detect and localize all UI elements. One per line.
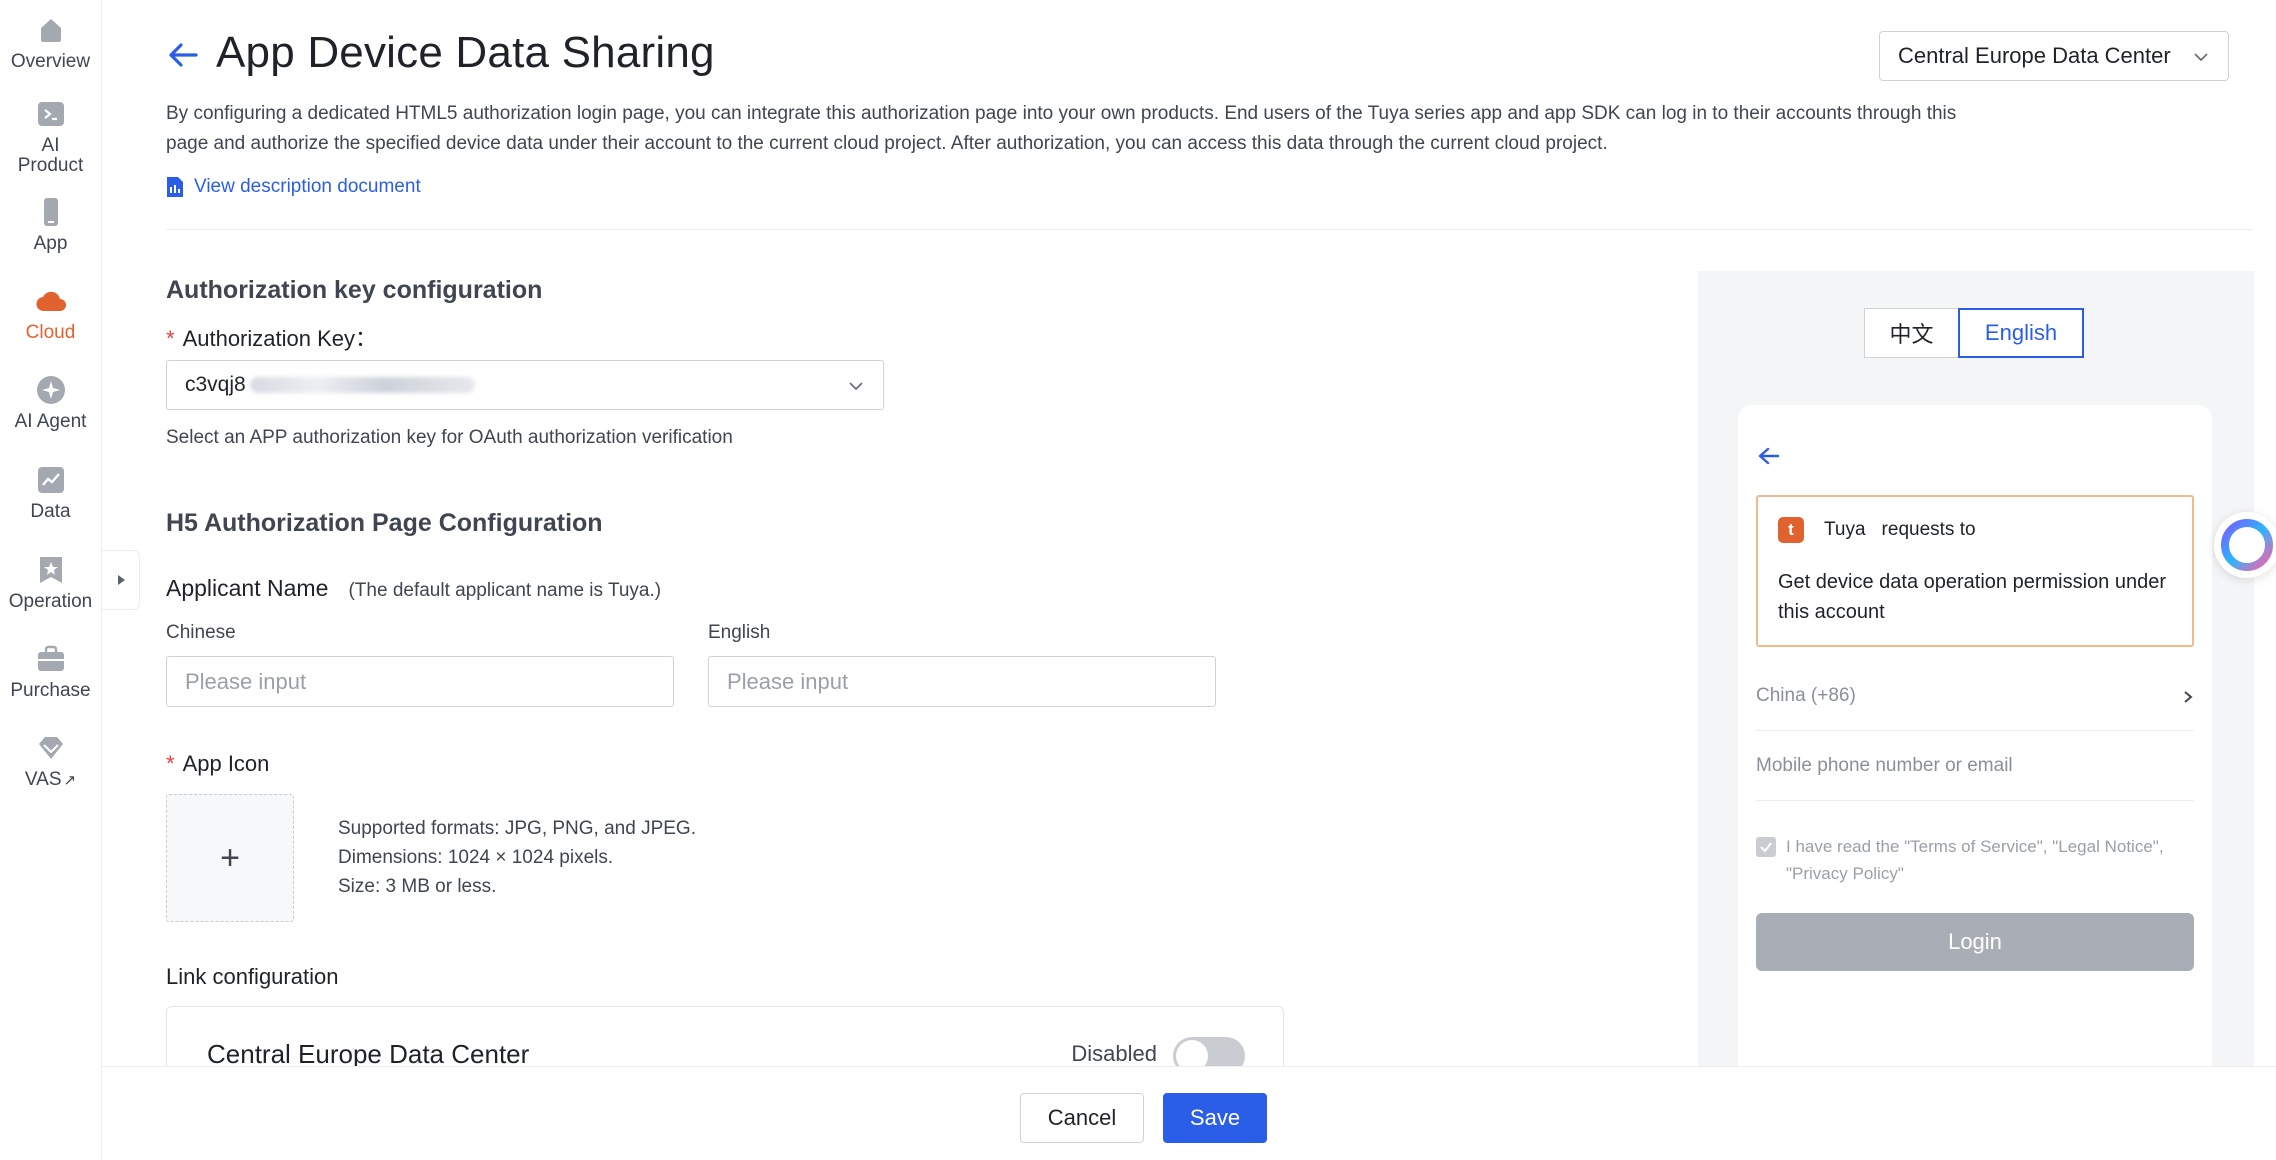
page-description: By configuring a dedicated HTML5 authori… [166, 103, 1957, 154]
chevron-down-icon [2194, 53, 2208, 62]
sidebar-item-label: Operation [8, 591, 93, 612]
phone-email-input[interactable]: Mobile phone number or email [1756, 743, 2194, 801]
phone-icon [35, 196, 67, 228]
sidebar-item-label: Data [30, 501, 71, 522]
phone-mockup: t Tuya requests to Get device data operat… [1738, 405, 2212, 1105]
auth-section-title: Authorization key configuration [166, 276, 543, 304]
check-icon [1760, 842, 1772, 853]
cancel-button[interactable]: Cancel [1020, 1093, 1144, 1143]
sidebar-item-app[interactable]: App [0, 196, 101, 254]
country-select[interactable]: China (+86) [1756, 673, 2194, 731]
sidebar-item-label: Cloud [25, 322, 76, 343]
header-divider [166, 229, 2252, 230]
region-select-value: Central Europe Data Center [1898, 43, 2171, 68]
chevron-down-icon [849, 382, 863, 391]
chart-icon [35, 464, 67, 496]
h5-section-title: H5 Authorization Page Configuration [166, 509, 603, 537]
applicant-name-label: Applicant Name (The default applicant na… [166, 575, 662, 601]
preview-panel: 中文 English t Tuya requests to Get device … [1698, 271, 2254, 1105]
sidebar-item-ai-product[interactable]: AI Product [0, 98, 101, 176]
redacted-key [249, 377, 475, 393]
required-asterisk: * [166, 751, 175, 776]
upload-requirements: Supported formats: JPG, PNG, and JPEG. D… [338, 814, 696, 901]
save-button[interactable]: Save [1163, 1093, 1267, 1143]
language-toggle: 中文 English [1864, 308, 2084, 358]
cloud-icon [35, 285, 67, 317]
chinese-label: Chinese [166, 622, 236, 643]
upload-formats: Supported formats: JPG, PNG, and JPEG. [338, 818, 696, 839]
star-badge-icon [35, 554, 67, 586]
sidebar: Overview AI Product App Cloud AI Agent D… [0, 0, 102, 1160]
request-line: Tuya requests to [1824, 519, 1976, 541]
sidebar-collapse-toggle[interactable] [102, 550, 140, 610]
home-icon [35, 14, 67, 46]
sidebar-item-label: AI Agent [14, 411, 87, 432]
country-value: China (+86) [1756, 685, 1856, 706]
auth-key-label: * Authorization Key： [166, 326, 377, 351]
view-doc-link[interactable]: View description document [166, 176, 421, 198]
login-button[interactable]: Login [1756, 913, 2194, 971]
sidebar-item-operation[interactable]: Operation [0, 554, 101, 612]
upload-size: Size: 3 MB or less. [338, 876, 497, 897]
requests-to: requests to [1881, 519, 1976, 540]
request-box: t Tuya requests to Get device data operat… [1756, 495, 2194, 647]
permission-text: Get device data operation permission und… [1778, 571, 2167, 623]
back-arrow-icon[interactable] [1756, 445, 1782, 467]
sidebar-item-overview[interactable]: Overview [0, 14, 101, 72]
sidebar-item-data[interactable]: Data [0, 464, 101, 522]
required-asterisk: * [166, 326, 175, 351]
link-section-title: Link configuration [166, 964, 339, 989]
back-arrow-icon[interactable] [164, 36, 202, 74]
brand-name: Tuya [1824, 519, 1866, 540]
terms-text: I have read the "Terms of Service", "Leg… [1786, 837, 2164, 883]
auth-key-select[interactable]: c3vqj8 [166, 360, 884, 410]
tuya-logo-icon: t [1778, 517, 1804, 543]
footer-bar: Cancel Save [102, 1066, 2276, 1160]
applicant-chinese-input[interactable] [166, 656, 674, 707]
cart-icon [35, 643, 67, 675]
sidebar-item-cloud[interactable]: Cloud [0, 285, 101, 343]
applicant-english-input[interactable] [708, 656, 1216, 707]
sidebar-item-label: VAS ↗ [24, 769, 77, 790]
sidebar-item-vas[interactable]: VAS ↗ [0, 732, 101, 791]
page-title: App Device Data Sharing [216, 28, 715, 77]
app-root: Overview AI Product App Cloud AI Agent D… [0, 0, 2276, 1160]
terms-agreement: I have read the "Terms of Service", "Leg… [1756, 833, 2194, 887]
link-status-label: Disabled [1071, 1041, 1157, 1066]
document-icon [167, 177, 183, 197]
chevron-right-icon [2184, 691, 2193, 703]
sidebar-item-purchase[interactable]: Purchase [0, 643, 101, 701]
terms-checkbox[interactable] [1756, 837, 1776, 857]
sidebar-item-label: Purchase [10, 680, 91, 701]
applicant-name-note: (The default applicant name is Tuya.) [348, 580, 662, 601]
auth-key-value: c3vqj8 [185, 373, 246, 396]
upload-dimensions: Dimensions: 1024 × 1024 pixels. [338, 847, 614, 868]
diamond-icon [35, 732, 67, 764]
app-icon-label: * App Icon [166, 751, 270, 776]
plus-icon: + [220, 838, 240, 877]
assistant-orb-icon[interactable] [2214, 512, 2276, 578]
sidebar-item-label: App [33, 233, 68, 254]
caret-right-icon [117, 575, 125, 585]
lang-chinese-button[interactable]: 中文 [1864, 308, 1958, 358]
sidebar-item-ai-agent[interactable]: AI Agent [0, 374, 101, 432]
sidebar-item-label: Overview [10, 51, 91, 72]
view-doc-link-label: View description document [194, 176, 421, 197]
sidebar-item-label: AI Product [17, 135, 84, 176]
region-select[interactable]: Central Europe Data Center [1879, 31, 2229, 81]
lang-english-button[interactable]: English [1958, 308, 2084, 358]
terminal-icon [35, 98, 67, 130]
app-icon-upload[interactable]: + [166, 794, 294, 922]
auth-key-hint: Select an APP authorization key for OAut… [166, 427, 733, 448]
english-label: English [708, 622, 771, 643]
sparkle-icon [35, 374, 67, 406]
